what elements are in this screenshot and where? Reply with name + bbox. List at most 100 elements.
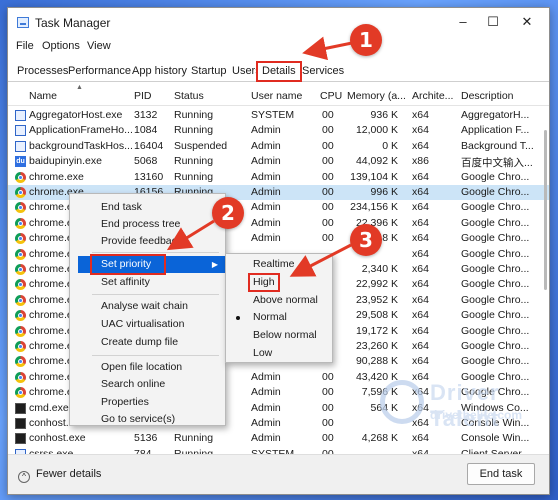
chrome-icon xyxy=(15,233,26,245)
cell-user: Admin xyxy=(251,124,281,137)
chevron-up-icon: ^ xyxy=(18,471,30,483)
cell-pid: 5136 xyxy=(134,432,158,445)
menu-file[interactable]: File xyxy=(16,40,34,52)
window-title: Task Manager xyxy=(35,16,111,30)
cell-pid: 3132 xyxy=(134,109,158,121)
column-status[interactable]: Status xyxy=(174,90,204,102)
cell-desc: Google Chro... xyxy=(461,355,530,368)
cell-cpu: 00 xyxy=(322,386,334,399)
menu-item-properties[interactable]: Properties xyxy=(70,394,225,411)
maximize-button[interactable]: ☐ xyxy=(478,12,508,32)
menu-item-provide-feedback[interactable]: Provide feedback xyxy=(70,233,225,250)
cell-mem: 44,092 K xyxy=(355,155,398,168)
cell-desc: Google Chro... xyxy=(461,293,530,306)
submenu-arrow-icon: ▶ xyxy=(211,260,218,269)
menu-item-label: Go to service(s) xyxy=(101,413,176,425)
priority-option-normal[interactable]: Normal xyxy=(226,309,332,326)
menu-item-label: Open file location xyxy=(101,361,183,373)
table-row[interactable]: AggregatorHost.exe 3132 Running SYSTEM 00 936… xyxy=(8,108,549,123)
table-row[interactable]: ApplicationFrameHo... 1084 Running Admin 00 1… xyxy=(8,123,549,138)
exe-icon xyxy=(15,140,26,152)
cell-desc: Google Chro... xyxy=(461,201,530,214)
menu-view[interactable]: View xyxy=(87,40,111,52)
cell-arch: x64 xyxy=(412,355,429,368)
menu-item-search-online[interactable]: Search online xyxy=(70,376,225,393)
cell-status: Running xyxy=(174,170,214,183)
priority-option-low[interactable]: Low xyxy=(226,345,332,362)
column-memory[interactable]: Memory (a... xyxy=(347,90,406,102)
cell-user: Admin xyxy=(251,432,281,445)
menu-item-label: End process tree xyxy=(101,218,181,230)
priority-option-high[interactable]: High xyxy=(226,273,332,292)
tab-bar: Processes Performance App history Startu… xyxy=(8,58,549,82)
column-architecture[interactable]: Archite... xyxy=(412,90,453,102)
menu-item-uac-virtualisation[interactable]: UAC virtualisation xyxy=(70,316,225,333)
tab-details[interactable]: Details xyxy=(256,61,302,82)
column-pid[interactable]: PID xyxy=(134,90,152,102)
cell-mem: 996 K xyxy=(370,186,398,198)
cell-user: Admin xyxy=(251,170,281,183)
menu-item-analyse-wait-chain[interactable]: Analyse wait chain xyxy=(70,298,225,315)
cell-mem: 23,952 K xyxy=(355,293,398,306)
cell-desc: Google Chro... xyxy=(461,324,530,337)
cell-user: Admin xyxy=(251,370,281,383)
cell-name: chrome.exe xyxy=(29,170,84,183)
table-row[interactable]: backgroundTaskHos... 16404 Suspended Admin 0… xyxy=(8,139,549,154)
priority-option-above-normal[interactable]: Above normal xyxy=(226,292,332,309)
cell-desc: Google Chro... xyxy=(461,309,530,322)
fewer-details-link[interactable]: ^ Fewer details xyxy=(18,468,101,483)
column-user-name[interactable]: User name xyxy=(251,90,302,102)
menu-item-end-process-tree[interactable]: End process tree xyxy=(70,216,225,233)
menu-item-end-task[interactable]: End task xyxy=(70,199,225,216)
cell-arch: x64 xyxy=(412,170,429,183)
tab-services[interactable]: Services xyxy=(297,62,349,81)
table-row[interactable]: csrss.exe 784 Running SYSTEM 00 x64 Client Ser… xyxy=(8,447,549,454)
cell-name: AggregatorHost.exe xyxy=(29,109,123,121)
cell-mem: 22,992 K xyxy=(355,278,398,291)
cell-desc: Google Chro... xyxy=(461,278,530,291)
cell-desc: Google Chro... xyxy=(461,170,530,183)
tab-performance[interactable]: Performance xyxy=(63,62,136,81)
end-task-button[interactable]: End task xyxy=(467,463,535,485)
table-row[interactable]: chrome.exe 13160 Running Admin 00 139,104 K x6… xyxy=(8,170,549,185)
menu-item-open-file-location[interactable]: Open file location xyxy=(70,359,225,376)
cell-mem: 90,288 K xyxy=(355,355,398,368)
title-bar[interactable]: Task Manager – ☐ ✕ xyxy=(8,8,549,36)
cell-desc: Google Chro... xyxy=(461,232,530,245)
chrome-icon xyxy=(15,264,26,275)
chrome-icon xyxy=(15,294,26,306)
menu-item-set-affinity[interactable]: Set affinity xyxy=(70,274,225,291)
priority-option-below-normal[interactable]: Below normal xyxy=(226,327,332,344)
table-row[interactable]: du baidupinyin.exe 5068 Running Admin 00 44,09… xyxy=(8,154,549,169)
cell-desc: AggregatorH... xyxy=(461,109,530,121)
cell-user: Admin xyxy=(251,186,281,198)
cell-cpu: 00 xyxy=(322,109,334,121)
column-description[interactable]: Description xyxy=(461,90,514,102)
menu-item-set-priority[interactable]: Set priority ▶ xyxy=(78,254,225,275)
menu-item-create-dump-file[interactable]: Create dump file xyxy=(70,334,225,351)
tab-app-history[interactable]: App history xyxy=(127,62,192,81)
scrollbar-thumb[interactable] xyxy=(544,130,547,290)
minimize-button[interactable]: – xyxy=(448,12,478,32)
watermark-logo-icon xyxy=(380,380,424,424)
exe-icon xyxy=(15,110,26,121)
column-name[interactable]: Name xyxy=(29,90,57,102)
cell-user: Admin xyxy=(251,139,281,152)
cell-desc: Google Chro... xyxy=(461,216,530,229)
priority-option-realtime[interactable]: Realtime xyxy=(226,256,332,273)
column-cpu[interactable]: CPU xyxy=(320,90,342,102)
watermark: Driver Talent drivethelife.com xyxy=(380,376,550,436)
tab-startup[interactable]: Startup xyxy=(186,62,231,81)
cell-cpu: 00 xyxy=(322,432,334,445)
cell-arch: x64 xyxy=(412,201,429,214)
menu-item-label: Analyse wait chain xyxy=(101,300,188,312)
cell-cpu: 00 xyxy=(322,124,334,137)
callout-step-3: 3 xyxy=(350,224,382,256)
baidu-icon: du xyxy=(15,156,26,168)
cell-name: baidupinyin.exe xyxy=(29,155,102,168)
menu-options[interactable]: Options xyxy=(42,40,80,52)
cell-name: backgroundTaskHos... xyxy=(29,139,133,152)
menu-item-go-to-service-s[interactable]: Go to service(s) xyxy=(70,411,225,428)
close-button[interactable]: ✕ xyxy=(512,12,542,32)
cell-arch: x64 xyxy=(412,324,429,337)
